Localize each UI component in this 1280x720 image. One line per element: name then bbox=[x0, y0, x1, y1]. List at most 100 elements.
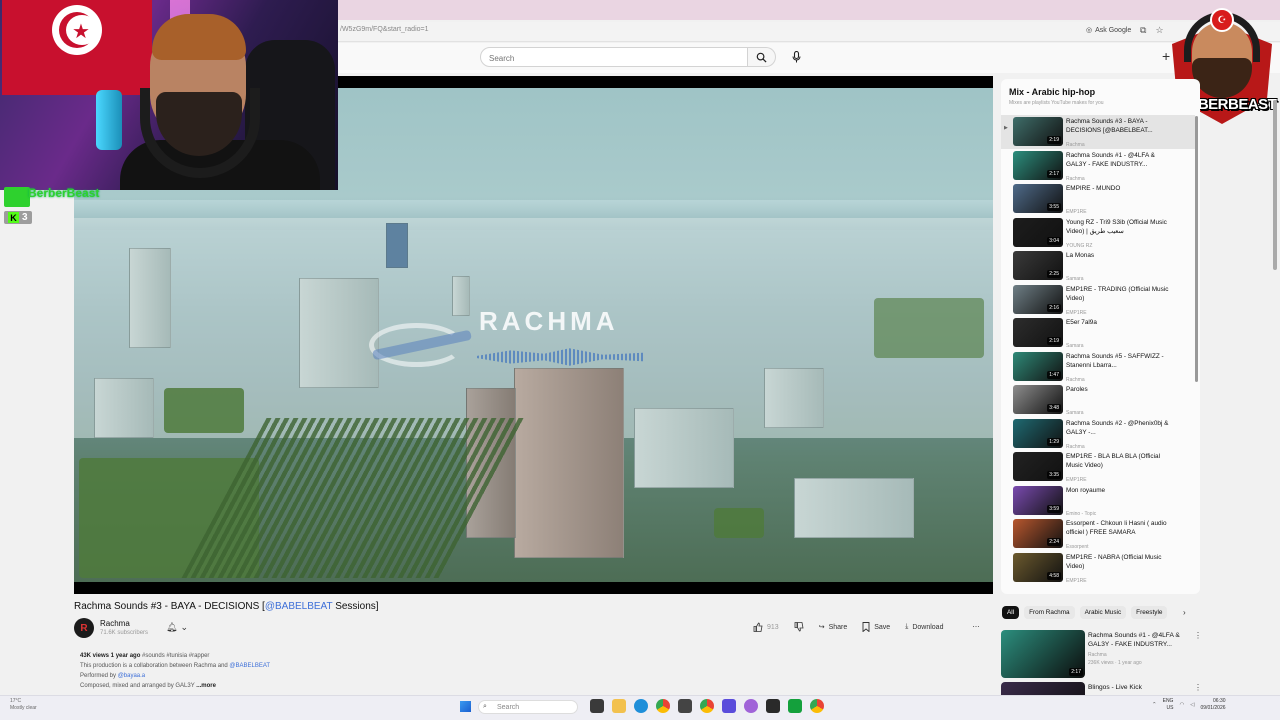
obs-icon[interactable] bbox=[766, 699, 780, 713]
save-button[interactable]: Save bbox=[857, 620, 895, 634]
playlist-item[interactable]: 3:04 Young RZ - Tri9 S3ib (Official Music… bbox=[1001, 216, 1195, 250]
taskbar-search[interactable]: Search bbox=[478, 700, 578, 714]
subscriber-count: 71.6K subscribers bbox=[100, 630, 149, 636]
download-button[interactable]: ⤓ Download bbox=[900, 621, 948, 633]
discord-icon[interactable] bbox=[744, 699, 758, 713]
show-more-link[interactable]: ...more bbox=[196, 683, 216, 689]
playlist-item[interactable]: 2:19 E5er 7al9a Samara bbox=[1001, 316, 1195, 350]
playlist-item-channel: Emino - Topic bbox=[1066, 510, 1097, 517]
more-vertical-icon[interactable]: ⋮ bbox=[1194, 683, 1202, 692]
task-view-icon[interactable] bbox=[590, 699, 604, 713]
playlist-thumbnail: 2:19 bbox=[1013, 318, 1063, 347]
recommended-stats: 236K views · 1 year ago bbox=[1088, 660, 1142, 666]
chrome-icon[interactable] bbox=[656, 699, 670, 713]
streamer-beanie bbox=[152, 14, 246, 60]
playlist-item-title: EMP1RE - BLA BLA BLA (Official Music Vid… bbox=[1066, 453, 1161, 469]
volume-icon[interactable]: ◁ bbox=[1190, 702, 1194, 708]
url-text[interactable]: /W5zG9m/FQ&start_radio=1 bbox=[340, 26, 429, 33]
wifi-icon[interactable]: ◠ bbox=[1179, 702, 1184, 708]
page-scrollbar[interactable] bbox=[1273, 100, 1277, 270]
playlist-item-channel: EMP1RE bbox=[1066, 309, 1087, 316]
more-actions-button[interactable]: ⋯ bbox=[967, 621, 984, 633]
playlist-item-channel: YOUNG RZ bbox=[1066, 242, 1093, 249]
desc-mention[interactable]: @bayaa.a bbox=[118, 673, 145, 679]
playlist-item[interactable]: 2:24 Essorpent - Chkoun li Hasni ( audio … bbox=[1001, 517, 1195, 551]
playlist-thumbnail: 3:48 bbox=[1013, 385, 1063, 414]
playlist-thumbnail: 4:58 bbox=[1013, 552, 1063, 582]
more-vertical-icon[interactable]: ⋮ bbox=[1194, 631, 1202, 640]
tray-chevron-icon[interactable]: ⌃ bbox=[1152, 702, 1157, 708]
duration-badge: 2:17 bbox=[1047, 169, 1061, 178]
duration-badge: 1:47 bbox=[1047, 370, 1061, 379]
desc-text: This production is a collaboration betwe… bbox=[80, 663, 230, 669]
video-description[interactable]: 43K views 1 year ago #sounds #tunisia #r… bbox=[80, 651, 380, 691]
subscribed-bell-button[interactable]: 🔔︎ ⌄ bbox=[166, 622, 188, 633]
desc-line-1: This production is a collaboration betwe… bbox=[80, 661, 380, 671]
search-box[interactable] bbox=[480, 47, 748, 68]
playlist-scrollbar[interactable] bbox=[1195, 116, 1198, 382]
playlist-item[interactable]: 4:58 EMP1RE - NABRA (Official Music Video… bbox=[1001, 551, 1195, 585]
playlist-item[interactable]: 3:48 Paroles Samara bbox=[1001, 383, 1195, 417]
chrome-app-icon[interactable] bbox=[810, 699, 824, 713]
playlist-item[interactable]: 3:55 EMPIRE - MUNDO EMP1RE bbox=[1001, 182, 1195, 216]
playlist-thumbnail: 3:35 bbox=[1013, 452, 1063, 481]
building bbox=[299, 278, 379, 388]
rachma-brand-text: RACHMA bbox=[479, 306, 619, 336]
ask-google-button[interactable]: ◎ Ask Google bbox=[1086, 26, 1131, 35]
playlist-item[interactable]: 1:47 Rachma Sounds #5 - SAFFWIZZ - Stanen… bbox=[1001, 350, 1195, 384]
desc-mention[interactable]: @BABELBEAT bbox=[229, 663, 270, 669]
video-title-tag[interactable]: @BABELBEAT bbox=[265, 601, 333, 612]
install-app-icon[interactable]: ⧉ bbox=[1140, 25, 1146, 36]
clock[interactable]: 06:30 09/01/2026 bbox=[1201, 698, 1226, 712]
chrome-profile-icon[interactable] bbox=[700, 699, 714, 713]
playlist-thumbnail: 1:29 bbox=[1013, 418, 1063, 448]
playlist-item[interactable]: 2:16 EMP1RE - TRADING (Official Music Vid… bbox=[1001, 283, 1195, 317]
edge-icon[interactable] bbox=[634, 699, 648, 713]
hashtags[interactable]: #sounds #tunisia #rapper bbox=[142, 653, 209, 659]
bookmark-star-icon[interactable]: ☆ bbox=[1155, 25, 1163, 36]
playlist-item-title: Essorpent - Chkoun li Hasni ( audio offi… bbox=[1066, 520, 1167, 536]
like-button[interactable]: 913 bbox=[748, 620, 784, 634]
playlist-item[interactable]: 3:35 EMP1RE - BLA BLA BLA (Official Music… bbox=[1001, 450, 1195, 484]
filter-chip[interactable]: Freestyle bbox=[1131, 606, 1168, 619]
search-input[interactable] bbox=[481, 49, 747, 68]
streaming-microphone bbox=[96, 90, 122, 150]
playlist-item[interactable]: 2:25 La Monas Samara bbox=[1001, 249, 1195, 283]
voice-search-button[interactable] bbox=[786, 48, 806, 66]
search-button[interactable] bbox=[748, 47, 776, 67]
weather-widget[interactable]: 17°C Mostly clear bbox=[10, 698, 37, 712]
filter-chip[interactable]: From Rachma bbox=[1024, 606, 1075, 619]
clock-date: 09/01/2026 bbox=[1200, 705, 1226, 711]
streamer-webcam: ★ bbox=[0, 0, 338, 190]
recommended-video[interactable]: 2:17 Rachma Sounds #1 - @4LFA & GAL3Y - F… bbox=[1001, 630, 1202, 680]
playlist-item-channel: Samara bbox=[1066, 276, 1084, 282]
playlist-item[interactable]: 1:29 Rachma Sounds #2 - @Phenix0bj & GAL3… bbox=[1001, 417, 1195, 451]
recommended-meta: Rachma 236K views · 1 year ago bbox=[1088, 651, 1184, 667]
chevron-right-icon[interactable]: › bbox=[1183, 608, 1186, 617]
file-explorer-icon[interactable] bbox=[612, 699, 626, 713]
filter-chip[interactable]: All bbox=[1002, 606, 1020, 619]
messenger-icon[interactable] bbox=[722, 699, 736, 713]
kick-app-icon[interactable] bbox=[788, 699, 802, 713]
chevron-down-icon: ⌄ bbox=[180, 622, 188, 632]
channel-avatar[interactable]: R bbox=[74, 618, 94, 638]
park bbox=[714, 508, 764, 538]
playlist-thumbnail: 2:19 bbox=[1013, 117, 1063, 146]
recommended-title: Rachma Sounds #1 - @4LFA & GAL3Y - FAKE … bbox=[1088, 632, 1180, 648]
playlist-item-title: Young RZ - Tri9 S3ib (Official Music Vid… bbox=[1066, 218, 1167, 235]
playlist-item[interactable]: 2:17 Rachma Sounds #1 - @4LFA & GAL3Y - F… bbox=[1001, 149, 1195, 183]
settings-icon[interactable] bbox=[678, 699, 692, 713]
playlist-item[interactable]: ▶ 2:19 Rachma Sounds #3 - BAYA - DECISIONS… bbox=[1001, 115, 1195, 149]
playlist-item[interactable]: 3:59 Mon royaume Emino - Topic bbox=[1001, 484, 1195, 518]
language-indicator[interactable]: ENG US bbox=[1163, 698, 1174, 712]
filter-chip[interactable]: Arabic Music bbox=[1079, 606, 1127, 619]
browser-toolbar-icons: ⧉ ☆ bbox=[1140, 25, 1164, 36]
thumbs-up-icon bbox=[753, 622, 763, 632]
windows-start-icon[interactable] bbox=[460, 701, 471, 712]
dislike-button[interactable] bbox=[789, 620, 809, 634]
channel-name[interactable]: Rachma bbox=[100, 619, 130, 628]
playlist-item-title: Paroles bbox=[1066, 386, 1088, 393]
playlist-item-title: Rachma Sounds #3 - BAYA - DECISIONS [@BA… bbox=[1066, 118, 1153, 134]
share-button[interactable]: ↪ Share bbox=[814, 621, 853, 633]
desc-stats-line: 43K views 1 year ago #sounds #tunisia #r… bbox=[80, 651, 380, 661]
